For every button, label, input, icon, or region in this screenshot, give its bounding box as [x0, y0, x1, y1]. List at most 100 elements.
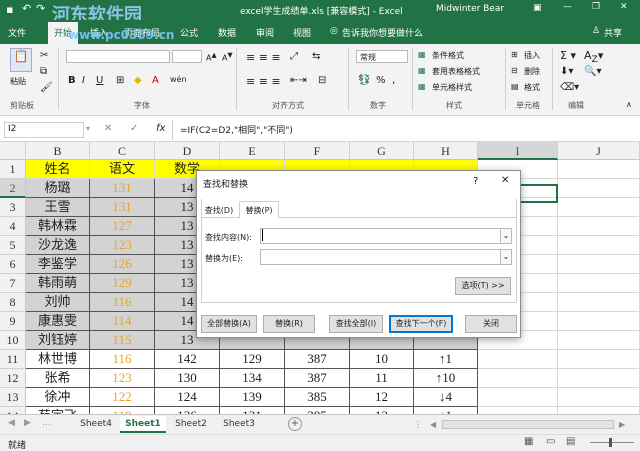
table-cell[interactable] — [558, 274, 640, 293]
phonetic-button[interactable]: wén — [170, 75, 187, 84]
table-cell[interactable]: 10 — [350, 350, 414, 369]
table-cell[interactable]: 126 — [90, 255, 155, 274]
table-cell[interactable] — [558, 388, 640, 407]
row-header[interactable]: 3 — [0, 198, 26, 217]
tab-formulas[interactable]: 公式 — [180, 26, 198, 39]
zoom-slider[interactable] — [590, 442, 634, 443]
more-sheets-icon[interactable]: … — [42, 418, 51, 428]
bold-button[interactable]: B — [68, 75, 76, 86]
undo-icon[interactable]: ↶ — [22, 2, 31, 15]
border-icon[interactable]: ⊞ — [116, 75, 124, 86]
number-format-select[interactable]: 常规 — [356, 50, 408, 63]
scroll-prev-sheet-icon[interactable]: ◀ — [8, 418, 15, 428]
paste-button[interactable]: 粘贴 — [10, 76, 26, 87]
cell-style-button[interactable]: 单元格样式 — [432, 82, 472, 93]
table-cell[interactable]: 韩雨萌 — [26, 274, 90, 293]
row-header[interactable]: 9 — [0, 312, 26, 331]
orientation-icon[interactable]: ⤢ — [290, 51, 298, 62]
table-cell[interactable]: 127 — [90, 217, 155, 236]
wrap-text-icon[interactable]: ⇆ — [312, 51, 320, 62]
enter-formula-button[interactable]: ✓ — [130, 123, 138, 134]
row-header[interactable]: 1 — [0, 160, 26, 179]
table-cell[interactable]: 康惠雯 — [26, 312, 90, 331]
replace-button[interactable]: 替换(R) — [263, 315, 315, 333]
table-cell[interactable] — [478, 407, 558, 414]
table-cell[interactable]: 139 — [220, 388, 285, 407]
sort-filter-icon[interactable]: AZ▾ — [584, 49, 603, 65]
column-header[interactable]: E — [220, 142, 285, 160]
table-cell[interactable]: 王雪 — [26, 198, 90, 217]
table-cell[interactable]: 沙龙逸 — [26, 236, 90, 255]
options-button[interactable]: 选项(T) >> — [455, 277, 511, 295]
merge-icon[interactable]: ⊟ — [318, 75, 326, 86]
copy-icon[interactable]: ⧉ — [40, 66, 47, 77]
table-cell[interactable]: 387 — [285, 350, 350, 369]
table-cell[interactable]: 林世博 — [26, 350, 90, 369]
autosum-icon[interactable]: Σ ▾ — [560, 49, 576, 62]
table-cell[interactable]: 130 — [155, 369, 220, 388]
shrink-font-icon[interactable]: A▼ — [222, 51, 233, 63]
font-color-icon[interactable]: A — [152, 75, 159, 86]
column-header[interactable]: J — [558, 142, 640, 160]
row-header[interactable]: 13 — [0, 388, 26, 407]
find-dropdown-icon[interactable]: ⌄ — [500, 228, 512, 244]
fill-color-icon[interactable]: ◆ — [134, 75, 142, 86]
tab-data[interactable]: 数据 — [218, 26, 236, 39]
row-header[interactable]: 5 — [0, 236, 26, 255]
table-cell[interactable] — [558, 236, 640, 255]
table-cell[interactable] — [558, 198, 640, 217]
table-cell[interactable]: ↓1 — [414, 407, 478, 414]
table-cell[interactable] — [558, 293, 640, 312]
table-cell[interactable]: 11 — [350, 369, 414, 388]
select-all-corner[interactable] — [0, 142, 26, 160]
table-header-cell[interactable] — [558, 160, 640, 179]
align-left-icon[interactable]: ≡ ≡ ≡ — [246, 75, 281, 88]
italic-button[interactable]: I — [82, 75, 85, 86]
paste-icon[interactable]: 📋 — [10, 48, 32, 72]
table-cell[interactable]: 韩林霖 — [26, 217, 90, 236]
collapse-ribbon-icon[interactable]: ∧ — [626, 100, 632, 109]
table-cell[interactable] — [558, 369, 640, 388]
table-cell[interactable]: 134 — [220, 369, 285, 388]
table-cell[interactable]: 122 — [90, 388, 155, 407]
table-cell[interactable]: 124 — [155, 388, 220, 407]
row-header[interactable]: 4 — [0, 217, 26, 236]
table-cell[interactable] — [558, 312, 640, 331]
table-cell[interactable]: 131 — [90, 198, 155, 217]
table-cell[interactable]: ↑10 — [414, 369, 478, 388]
scroll-next-sheet-icon[interactable]: ▶ — [24, 418, 31, 428]
column-header[interactable]: H — [414, 142, 478, 160]
insert-cells-button[interactable]: 插入 — [524, 50, 540, 61]
table-cell[interactable]: 385 — [285, 388, 350, 407]
column-header[interactable]: B — [26, 142, 90, 160]
table-cell[interactable]: 杨璐 — [26, 179, 90, 198]
font-name-select[interactable] — [66, 50, 170, 63]
table-cell[interactable]: 13 — [350, 407, 414, 414]
dialog-close-button[interactable]: ✕ — [501, 175, 509, 186]
clear-icon[interactable]: ⌫▾ — [560, 82, 579, 93]
table-cell[interactable]: ↓4 — [414, 388, 478, 407]
cancel-formula-button[interactable]: ✕ — [104, 123, 112, 134]
ribbon-display-icon[interactable]: ▣ — [533, 3, 542, 13]
table-cell[interactable]: 387 — [285, 369, 350, 388]
table-cell[interactable] — [478, 350, 558, 369]
table-cell[interactable]: 114 — [90, 312, 155, 331]
cut-icon[interactable]: ✂ — [40, 50, 48, 61]
table-cell[interactable] — [558, 217, 640, 236]
row-header[interactable]: 8 — [0, 293, 26, 312]
horizontal-scrollbar[interactable] — [442, 420, 614, 429]
table-cell[interactable]: 136 — [155, 407, 220, 414]
hscroll-left-icon[interactable]: ◀ — [430, 420, 436, 429]
table-cell[interactable] — [558, 255, 640, 274]
split-handle-icon[interactable]: ⋮ — [414, 420, 422, 429]
delete-cells-button[interactable]: 删除 — [524, 66, 540, 77]
page-break-view-icon[interactable]: ▤ — [566, 436, 575, 447]
tab-find[interactable]: 查找(D) — [202, 203, 236, 218]
table-cell[interactable]: 123 — [90, 236, 155, 255]
format-painter-icon[interactable]: 🖌 — [40, 82, 53, 93]
insert-function-button[interactable]: fx — [156, 123, 165, 134]
name-box-dropdown-icon[interactable]: ▾ — [86, 124, 90, 133]
replace-dropdown-icon[interactable]: ⌄ — [500, 249, 512, 265]
tab-file[interactable]: 文件 — [8, 26, 26, 39]
tell-me-box[interactable]: 告诉我你想要做什么 — [342, 26, 423, 39]
